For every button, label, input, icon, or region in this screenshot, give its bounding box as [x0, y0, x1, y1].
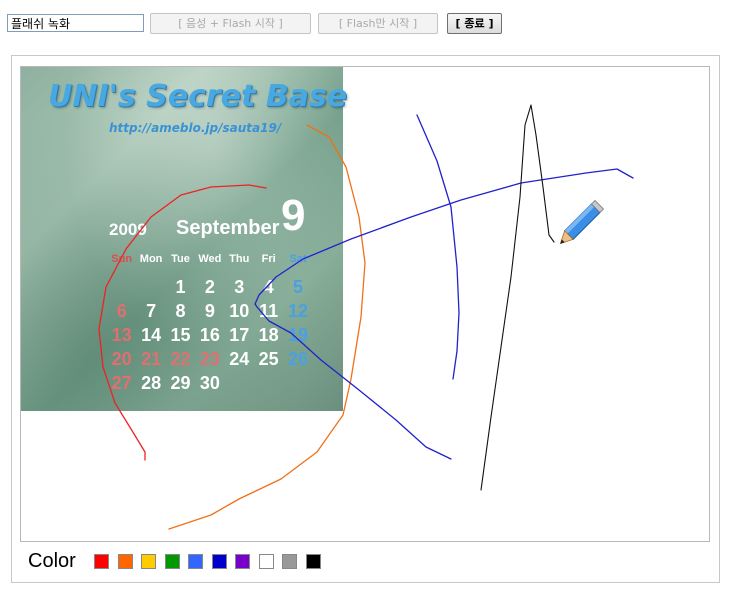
recorder-toolbar: [ 음성 + Flash 시작 ] [ Flash만 시작 ] [ 종료 ]	[0, 0, 740, 46]
color-swatch[interactable]	[117, 554, 133, 569]
start-flash-only-button[interactable]: [ Flash만 시작 ]	[318, 13, 438, 34]
color-swatch[interactable]	[235, 554, 250, 569]
drawn-stroke	[480, 104, 555, 491]
color-swatch[interactable]	[188, 554, 203, 569]
drawing-canvas[interactable]: UNI's Secret Base http://ameblo.jp/sauta…	[20, 66, 710, 542]
drawn-stroke	[416, 114, 460, 380]
color-label: Color	[28, 550, 76, 572]
color-swatch[interactable]	[258, 554, 274, 569]
drawn-stroke	[168, 124, 366, 530]
pencil-cursor-icon	[559, 199, 605, 245]
color-swatch[interactable]	[164, 554, 180, 569]
drawn-strokes	[98, 104, 634, 530]
color-swatch[interactable]	[282, 554, 297, 569]
color-swatch[interactable]	[141, 554, 156, 569]
stop-button[interactable]: [ 종료 ]	[447, 13, 502, 34]
color-swatch[interactable]	[94, 554, 109, 569]
drawn-stroke	[98, 184, 267, 461]
start-voice-flash-button[interactable]: [ 음성 + Flash 시작 ]	[150, 13, 311, 34]
color-swatch[interactable]	[305, 554, 321, 569]
recording-title-input[interactable]	[7, 14, 144, 32]
color-swatch[interactable]	[211, 554, 227, 569]
